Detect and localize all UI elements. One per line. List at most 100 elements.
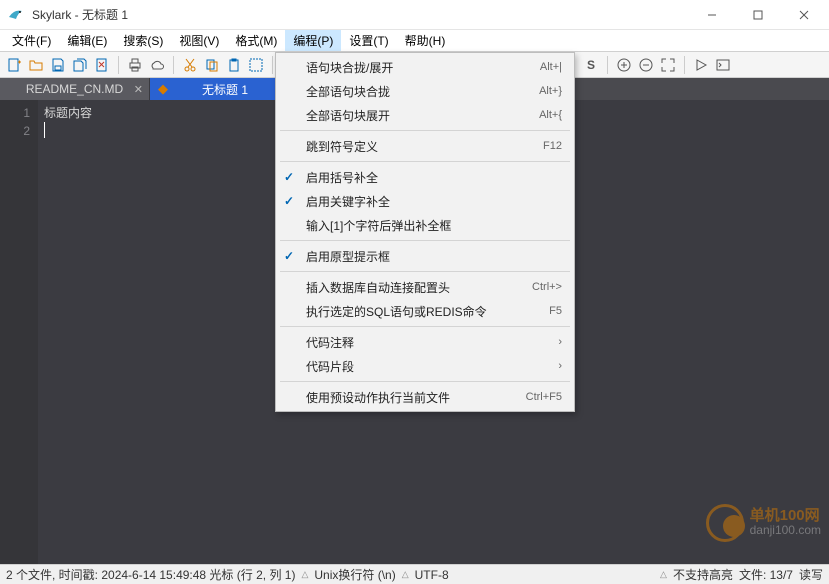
run-icon[interactable]	[691, 55, 711, 75]
toolbar-separator	[607, 56, 608, 74]
menu-item[interactable]: 输入[1]个字符后弹出补全框	[276, 213, 574, 237]
new-file-icon[interactable]	[4, 55, 24, 75]
zoom-in-icon[interactable]	[614, 55, 634, 75]
chevron-up-icon[interactable]: △	[301, 569, 308, 580]
toolbar-separator	[118, 56, 119, 74]
menu-item[interactable]: 跳到符号定义F12	[276, 134, 574, 158]
close-button[interactable]	[781, 0, 827, 30]
line-number: 2	[0, 122, 38, 140]
toolbar-separator	[272, 56, 273, 74]
menu-item-accelerator: ›	[558, 360, 562, 372]
close-file-icon[interactable]	[92, 55, 112, 75]
cloud-icon[interactable]	[147, 55, 167, 75]
menu-view[interactable]: 视图(V)	[171, 30, 227, 51]
copy-icon[interactable]	[202, 55, 222, 75]
menu-item-accelerator: F5	[549, 305, 562, 317]
menu-item[interactable]: 代码片段›	[276, 354, 574, 378]
menu-item-label: 启用括号补全	[306, 169, 562, 186]
watermark-logo-icon	[706, 504, 744, 542]
menu-item[interactable]: 全部语句块展开Alt+{	[276, 103, 574, 127]
menu-bar: 文件(F) 编辑(E) 搜索(S) 视图(V) 格式(M) 编程(P) 设置(T…	[0, 30, 829, 52]
caret	[44, 122, 45, 138]
dirty-indicator-icon: ◆	[158, 81, 168, 97]
status-bar: 2 个文件, 时间戳: 2024-6-14 15:49:48 光标 (行 2, …	[0, 564, 829, 584]
toolbar-separator	[173, 56, 174, 74]
terminal-icon[interactable]	[713, 55, 733, 75]
menu-item[interactable]: 语句块合拢/展开Alt+|	[276, 55, 574, 79]
menu-item-label: 全部语句块展开	[306, 107, 539, 124]
menu-item-accelerator: Ctrl+>	[532, 281, 562, 293]
minimize-button[interactable]	[689, 0, 735, 30]
menu-separator	[280, 381, 570, 382]
save-icon[interactable]	[48, 55, 68, 75]
menu-settings[interactable]: 设置(T)	[341, 30, 396, 51]
maximize-button[interactable]	[735, 0, 781, 30]
menu-item[interactable]: 全部语句块合拢Alt+}	[276, 79, 574, 103]
menu-item-label: 启用原型提示框	[306, 248, 562, 265]
menu-item-accelerator: Alt+|	[540, 61, 562, 73]
menu-file[interactable]: 文件(F)	[4, 30, 59, 51]
check-icon: ✓	[284, 249, 294, 263]
status-highlight[interactable]: 不支持高亮	[673, 566, 733, 583]
menu-item-accelerator: Ctrl+F5	[526, 391, 562, 403]
menu-item-label: 使用预设动作执行当前文件	[306, 389, 526, 406]
status-filepos: 文件: 13/7	[739, 566, 793, 583]
window-title: Skylark - 无标题 1	[32, 6, 689, 23]
menu-item[interactable]: ✓ 启用关键字补全	[276, 189, 574, 213]
menu-item[interactable]: 插入数据库自动连接配置头Ctrl+>	[276, 275, 574, 299]
status-readwrite: 读写	[799, 566, 823, 583]
menu-item-label: 执行选定的SQL语句或REDIS命令	[306, 303, 549, 320]
svg-text:S: S	[587, 58, 595, 72]
menu-item-label: 插入数据库自动连接配置头	[306, 279, 532, 296]
menu-item[interactable]: ✓ 启用括号补全	[276, 165, 574, 189]
menu-item-label: 跳到符号定义	[306, 138, 543, 155]
watermark: 单机100网 danji100.com	[706, 504, 821, 542]
open-file-icon[interactable]	[26, 55, 46, 75]
status-encoding[interactable]: UTF-8	[415, 568, 449, 582]
save-all-icon[interactable]	[70, 55, 90, 75]
menu-programming[interactable]: 编程(P)	[285, 30, 341, 51]
menu-item-accelerator: Alt+}	[539, 85, 562, 97]
menu-item-label: 全部语句块合拢	[306, 83, 539, 100]
menu-separator	[280, 240, 570, 241]
menu-edit[interactable]: 编辑(E)	[59, 30, 115, 51]
title-bar: Skylark - 无标题 1	[0, 0, 829, 30]
print-icon[interactable]	[125, 55, 145, 75]
tab-label: 无标题 1	[202, 81, 248, 98]
chevron-up-icon[interactable]: △	[660, 569, 667, 580]
menu-item-label: 输入[1]个字符后弹出补全框	[306, 217, 562, 234]
check-icon: ✓	[284, 194, 294, 208]
bold-icon[interactable]: S	[581, 55, 601, 75]
menu-separator	[280, 130, 570, 131]
tab-label: README_CN.MD	[26, 82, 123, 96]
menu-item-accelerator: Alt+{	[539, 109, 562, 121]
menu-item-label: 代码片段	[306, 358, 558, 375]
menu-format[interactable]: 格式(M)	[227, 30, 285, 51]
programming-menu-dropdown: 语句块合拢/展开Alt+|全部语句块合拢Alt+}全部语句块展开Alt+{跳到符…	[275, 52, 575, 412]
menu-item-label: 代码注释	[306, 334, 558, 351]
menu-item[interactable]: 代码注释›	[276, 330, 574, 354]
cut-icon[interactable]	[180, 55, 200, 75]
status-linebreak[interactable]: Unix换行符 (\n)	[314, 566, 395, 583]
tab-close-icon[interactable]: ✕	[134, 83, 143, 96]
paste-icon[interactable]	[224, 55, 244, 75]
line-number: 1	[0, 104, 38, 122]
zoom-out-icon[interactable]	[636, 55, 656, 75]
menu-item-label: 启用关键字补全	[306, 193, 562, 210]
watermark-sub: danji100.com	[750, 523, 821, 537]
menu-help[interactable]: 帮助(H)	[397, 30, 454, 51]
tab-readme[interactable]: README_CN.MD ✕	[0, 78, 150, 100]
menu-item[interactable]: 使用预设动作执行当前文件Ctrl+F5	[276, 385, 574, 409]
select-all-icon[interactable]	[246, 55, 266, 75]
menu-separator	[280, 271, 570, 272]
status-left: 2 个文件, 时间戳: 2024-6-14 15:49:48 光标 (行 2, …	[6, 566, 295, 583]
menu-item[interactable]: ✓ 启用原型提示框	[276, 244, 574, 268]
fullscreen-icon[interactable]	[658, 55, 678, 75]
menu-item[interactable]: 执行选定的SQL语句或REDIS命令F5	[276, 299, 574, 323]
line-gutter: 1 2	[0, 100, 38, 564]
menu-item-label: 语句块合拢/展开	[306, 59, 540, 76]
menu-separator	[280, 326, 570, 327]
chevron-up-icon[interactable]: △	[402, 569, 409, 580]
check-icon: ✓	[284, 170, 294, 184]
menu-search[interactable]: 搜索(S)	[115, 30, 171, 51]
